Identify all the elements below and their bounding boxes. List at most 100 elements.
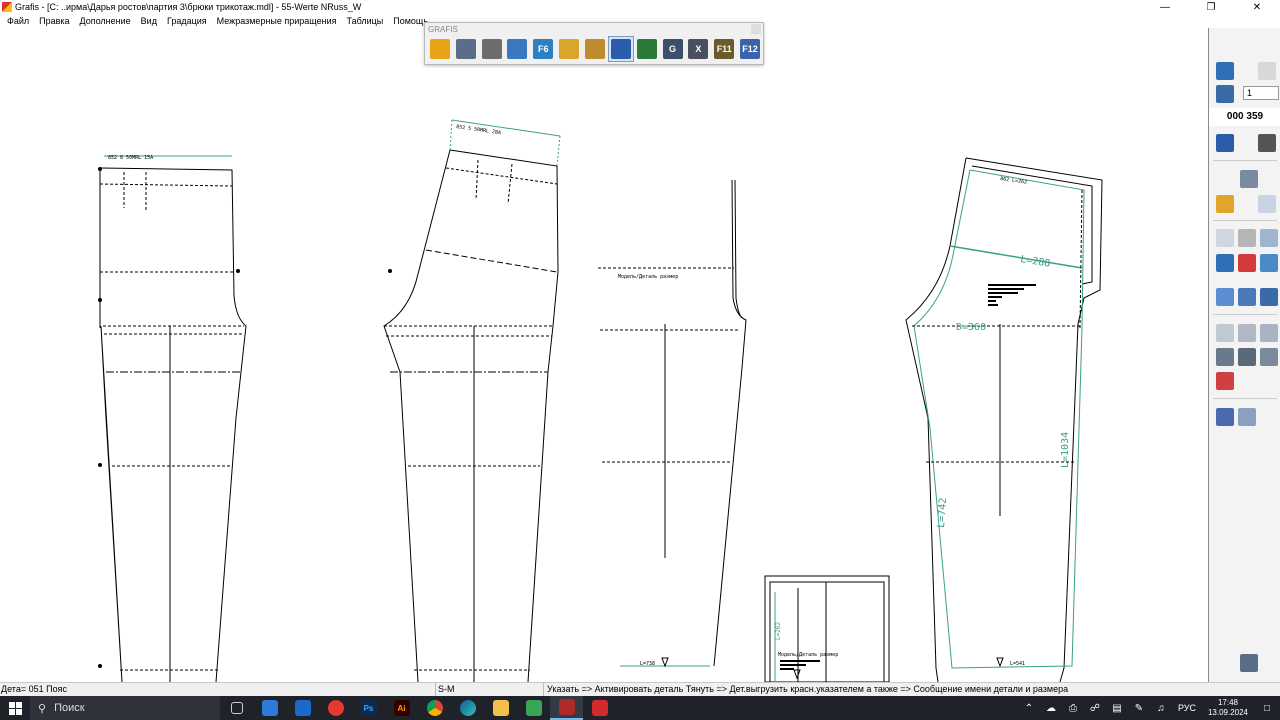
- tool-delete[interactable]: [1213, 370, 1237, 392]
- tool-plot[interactable]: [1237, 652, 1261, 674]
- forward-button[interactable]: [1255, 132, 1279, 154]
- layer-button[interactable]: [556, 36, 582, 62]
- tool-copy-pieces[interactable]: [1255, 193, 1279, 215]
- models-icon: [1240, 170, 1258, 188]
- drawing-canvas[interactable]: 852 8 50MRL 15A 852 5 50MRL 28A Модель/Д…: [0, 28, 1208, 682]
- piece5-info-block: [988, 284, 1036, 306]
- tool-points[interactable]: [1213, 286, 1237, 308]
- taskbar-photoshop[interactable]: Ps: [352, 696, 385, 720]
- task-view-button[interactable]: [220, 696, 253, 720]
- tray-volume-icon[interactable]: ♫: [1150, 703, 1172, 714]
- f11-button[interactable]: F11: [711, 36, 737, 62]
- taskbar-edge[interactable]: [451, 696, 484, 720]
- export-down-button[interactable]: [607, 36, 634, 62]
- tray-network-icon[interactable]: ▤: [1106, 703, 1128, 714]
- forward-icon: [1258, 134, 1276, 152]
- menu-view[interactable]: Вид: [136, 16, 162, 26]
- tool-cross[interactable]: [1235, 252, 1259, 274]
- zoom-icon: [507, 39, 528, 59]
- grade-a-icon: [1216, 348, 1234, 366]
- taskbar-illustrator[interactable]: Ai: [385, 696, 418, 720]
- menu-size-increments[interactable]: Межразмерные приращения: [212, 16, 342, 26]
- menu-addon[interactable]: Дополнение: [75, 16, 136, 26]
- pattern-piece-front[interactable]: [98, 155, 247, 682]
- tray-clock[interactable]: 17:48 13.09.2024: [1202, 698, 1254, 718]
- measure-button[interactable]: [582, 36, 608, 62]
- tool-piece-c[interactable]: [1257, 227, 1280, 249]
- taskbar-store[interactable]: [253, 696, 286, 720]
- taskbar-mail[interactable]: [286, 696, 319, 720]
- minimize-button[interactable]: —: [1142, 0, 1188, 14]
- f12-icon: F12: [740, 39, 761, 59]
- pattern-piece-pocket[interactable]: [764, 575, 890, 682]
- f11-icon: F11: [714, 39, 735, 59]
- f12-button[interactable]: F12: [737, 36, 763, 62]
- taskbar-search[interactable]: ⚲ Поиск: [30, 696, 220, 720]
- grafis-app-icon: [2, 2, 12, 12]
- grafis-toolbar-close-icon[interactable]: [751, 24, 761, 34]
- tool-shape[interactable]: [1235, 286, 1259, 308]
- step-button[interactable]: [1213, 83, 1237, 105]
- close-button[interactable]: ✕: [1234, 0, 1280, 14]
- tray-chevron-up-icon[interactable]: ⌃: [1018, 703, 1040, 714]
- open-button[interactable]: [427, 36, 453, 62]
- tray-pen-icon[interactable]: ✎: [1128, 703, 1150, 714]
- tool-curve[interactable]: [1257, 252, 1280, 274]
- menu-edit[interactable]: Правка: [34, 16, 74, 26]
- tool-grade-a[interactable]: [1213, 346, 1237, 368]
- grade-c-icon: [1260, 348, 1278, 366]
- mail-icon: [294, 700, 311, 716]
- tool-line[interactable]: [1213, 252, 1237, 274]
- taskbar-app-green[interactable]: [517, 696, 550, 720]
- pattern-piece-side[interactable]: [598, 179, 747, 668]
- zoom-button[interactable]: [505, 36, 531, 62]
- menu-grading[interactable]: Градация: [162, 16, 212, 26]
- redo-button[interactable]: [1255, 60, 1279, 82]
- taskbar-yandex[interactable]: [319, 696, 352, 720]
- tool-seam-c[interactable]: [1257, 322, 1280, 344]
- tray-globe-icon[interactable]: ☍: [1084, 703, 1106, 714]
- taskbar-chrome[interactable]: [418, 696, 451, 720]
- tool-piece-b[interactable]: [1235, 227, 1259, 249]
- tool-models[interactable]: [1237, 168, 1261, 190]
- restore-button[interactable]: ❐: [1188, 0, 1234, 14]
- grafis-toolbar[interactable]: GRAFIS F6 G X F11 F12: [424, 22, 764, 65]
- save-button[interactable]: [453, 36, 479, 62]
- taskbar-folder[interactable]: [484, 696, 517, 720]
- tool-open-folder[interactable]: [1213, 193, 1237, 215]
- grafis-toolbar-title[interactable]: GRAFIS: [425, 23, 763, 36]
- pattern-piece-back[interactable]: [383, 119, 561, 682]
- tool-text[interactable]: [1213, 406, 1237, 428]
- menu-file[interactable]: Файл: [2, 16, 34, 26]
- start-button[interactable]: [0, 696, 30, 720]
- download-button[interactable]: [1213, 132, 1237, 154]
- cross-icon: [1238, 254, 1256, 272]
- taskbar-pdf[interactable]: [583, 696, 616, 720]
- pattern-piece-full-leg[interactable]: [905, 157, 1103, 682]
- points-icon: [1216, 288, 1234, 306]
- open-icon: [429, 39, 450, 59]
- tool-grade-b[interactable]: [1235, 346, 1259, 368]
- export-down-alt-button[interactable]: [634, 36, 660, 62]
- f6-button[interactable]: F6: [530, 36, 556, 62]
- taskbar-grafis[interactable]: [550, 696, 583, 720]
- menu-tables[interactable]: Таблицы: [341, 16, 388, 26]
- x-button[interactable]: X: [685, 36, 711, 62]
- step-field[interactable]: 1: [1243, 86, 1279, 100]
- notifications-icon[interactable]: □: [1254, 703, 1280, 714]
- tool-seam-a[interactable]: [1213, 322, 1237, 344]
- search-icon: ⚲: [38, 702, 47, 715]
- print-button[interactable]: [479, 36, 505, 62]
- print-icon: [481, 39, 502, 59]
- tool-grade-c[interactable]: [1257, 346, 1280, 368]
- pattern-drawing[interactable]: 852 8 50MRL 15A 852 5 50MRL 28A Модель/Д…: [0, 28, 1208, 682]
- tool-seam-b[interactable]: [1235, 322, 1259, 344]
- tool-spline[interactable]: [1257, 286, 1280, 308]
- undo-button[interactable]: [1213, 60, 1237, 82]
- tray-language[interactable]: РУС: [1172, 703, 1202, 713]
- tray-cloud-icon[interactable]: ☁: [1040, 703, 1062, 714]
- tool-piece-a[interactable]: [1213, 227, 1237, 249]
- g-button[interactable]: G: [660, 36, 686, 62]
- tray-printer-icon[interactable]: ⎙: [1062, 703, 1084, 714]
- tool-piece-info[interactable]: [1235, 406, 1259, 428]
